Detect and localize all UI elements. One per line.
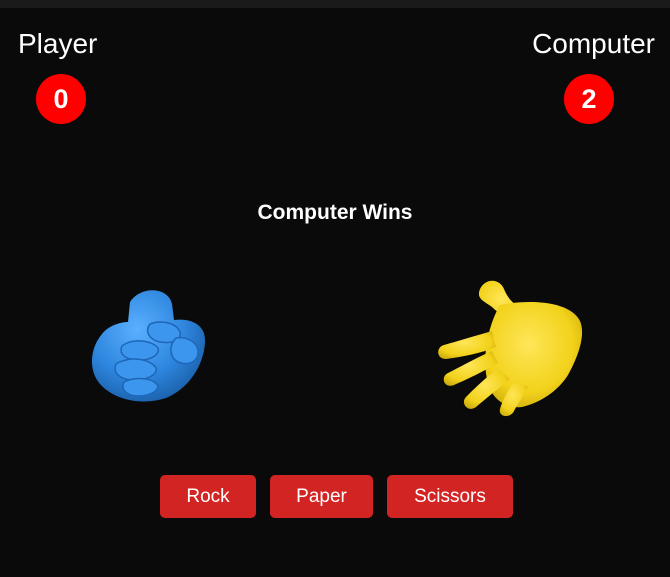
player-label: Player bbox=[18, 28, 98, 59]
player-score-badge: 0 bbox=[36, 74, 86, 124]
choice-buttons: Rock Paper Scissors bbox=[0, 475, 670, 519]
top-bar bbox=[0, 0, 670, 8]
computer-score-badge: 2 bbox=[564, 74, 614, 124]
computer-paper-hand-icon bbox=[438, 280, 583, 417]
computer-label: Computer bbox=[532, 28, 655, 59]
scissors-button[interactable]: Scissors bbox=[387, 475, 513, 518]
paper-button[interactable]: Paper bbox=[270, 475, 373, 518]
player-rock-hand-icon bbox=[91, 290, 206, 402]
result-message: Computer Wins bbox=[257, 201, 413, 224]
rock-button[interactable]: Rock bbox=[160, 475, 256, 518]
